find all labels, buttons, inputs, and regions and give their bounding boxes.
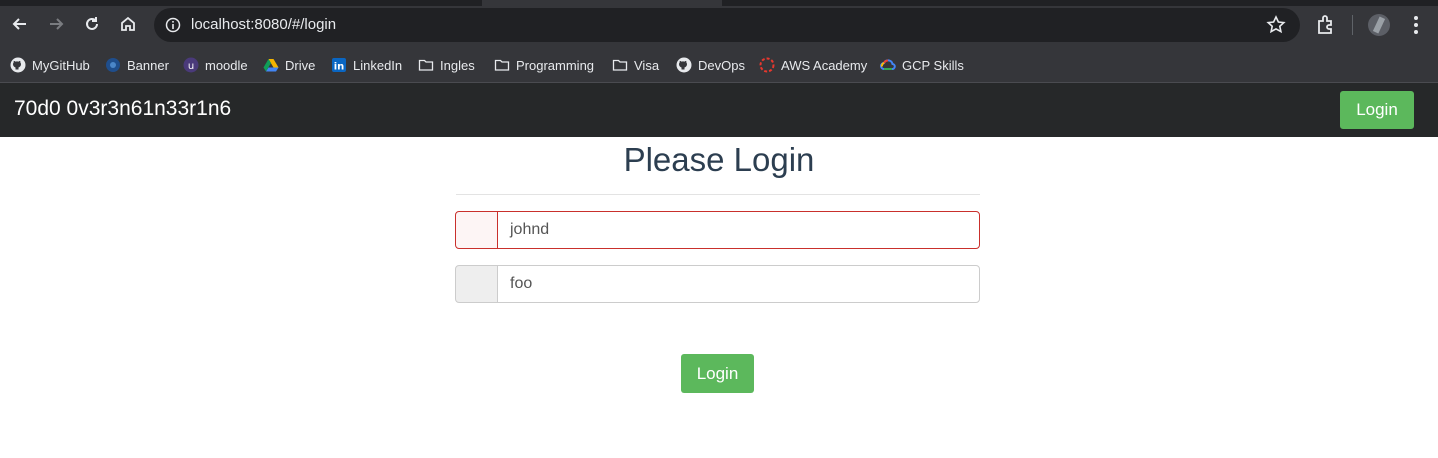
bookmark-visa[interactable]: Visa bbox=[612, 56, 659, 74]
bookmark-label: Ingles bbox=[440, 57, 475, 73]
bookmark-banner[interactable]: Banner bbox=[105, 56, 169, 74]
bookmark-label: Programming bbox=[516, 57, 595, 73]
title-divider bbox=[456, 194, 980, 195]
bookmark-label: Banner bbox=[127, 57, 169, 73]
page-title: Please Login bbox=[623, 141, 815, 178]
bookmark-label: DevOps bbox=[698, 57, 745, 73]
bookmark-label: LinkedIn bbox=[353, 57, 403, 73]
extensions-icon[interactable] bbox=[1314, 13, 1338, 37]
login-submit-button[interactable]: Login bbox=[681, 354, 754, 393]
linkedin-icon: in bbox=[331, 57, 347, 73]
bookmark-label: AWS Academy bbox=[781, 57, 868, 73]
browser-toolbar: localhost:8080/#/login bbox=[0, 0, 1438, 48]
github-icon bbox=[10, 57, 26, 73]
bookmark-label: Drive bbox=[285, 57, 316, 73]
bookmark-label: MyGitHub bbox=[32, 57, 90, 73]
password-addon bbox=[455, 265, 499, 303]
folder-icon bbox=[494, 57, 510, 73]
bookmark-star-icon[interactable] bbox=[1266, 15, 1286, 35]
back-icon[interactable] bbox=[6, 10, 34, 38]
active-tab[interactable] bbox=[482, 0, 722, 6]
github-icon bbox=[676, 57, 692, 73]
profile-avatar[interactable] bbox=[1368, 14, 1390, 36]
bookmark-drive[interactable]: Drive bbox=[263, 56, 315, 74]
app-navbar: 70d0 0v3r3n61n33r1n6 Login bbox=[0, 83, 1438, 137]
kebab-menu-icon[interactable] bbox=[1404, 13, 1428, 37]
svg-text:u: u bbox=[188, 61, 194, 72]
bookmark-programming[interactable]: Programming bbox=[494, 56, 594, 74]
moodle-icon: u bbox=[183, 57, 199, 73]
folder-icon bbox=[612, 57, 628, 73]
bookmark-moodle[interactable]: u moodle bbox=[183, 56, 248, 74]
site-info-icon[interactable] bbox=[162, 14, 184, 36]
banner-icon bbox=[105, 57, 121, 73]
address-bar[interactable]: localhost:8080/#/login bbox=[154, 8, 1300, 42]
gcp-icon bbox=[880, 57, 896, 73]
aws-icon bbox=[759, 57, 775, 73]
drive-icon bbox=[263, 57, 279, 73]
bookmark-ingles[interactable]: Ingles bbox=[418, 56, 475, 74]
username-input-group bbox=[455, 211, 980, 249]
bookmark-label: Visa bbox=[634, 57, 660, 73]
bookmark-devops[interactable]: DevOps bbox=[676, 56, 745, 74]
bookmark-aws-academy[interactable]: AWS Academy bbox=[759, 56, 867, 74]
svg-text:in: in bbox=[334, 62, 345, 73]
url-text[interactable]: localhost:8080/#/login bbox=[191, 16, 336, 33]
folder-icon bbox=[418, 57, 434, 73]
brand-title[interactable]: 70d0 0v3r3n61n33r1n6 bbox=[14, 97, 231, 121]
bookmark-label: moodle bbox=[205, 57, 248, 73]
forward-icon[interactable] bbox=[42, 10, 70, 38]
bookmark-gcp-skills[interactable]: GCP Skills bbox=[880, 56, 964, 74]
home-icon[interactable] bbox=[114, 10, 142, 38]
navbar-login-button[interactable]: Login bbox=[1340, 91, 1414, 129]
password-input[interactable] bbox=[497, 265, 980, 303]
password-input-group bbox=[455, 265, 980, 303]
username-input[interactable] bbox=[497, 211, 980, 249]
bookmark-linkedin[interactable]: in LinkedIn bbox=[331, 56, 402, 74]
reload-icon[interactable] bbox=[78, 10, 106, 38]
username-addon bbox=[455, 211, 499, 249]
bookmark-mygithub[interactable]: MyGitHub bbox=[10, 56, 90, 74]
bookmark-label: GCP Skills bbox=[902, 57, 964, 73]
bookmarks-bar: MyGitHub Banner u moodle Drive in Linked… bbox=[0, 48, 1438, 83]
toolbar-separator bbox=[1352, 15, 1353, 35]
